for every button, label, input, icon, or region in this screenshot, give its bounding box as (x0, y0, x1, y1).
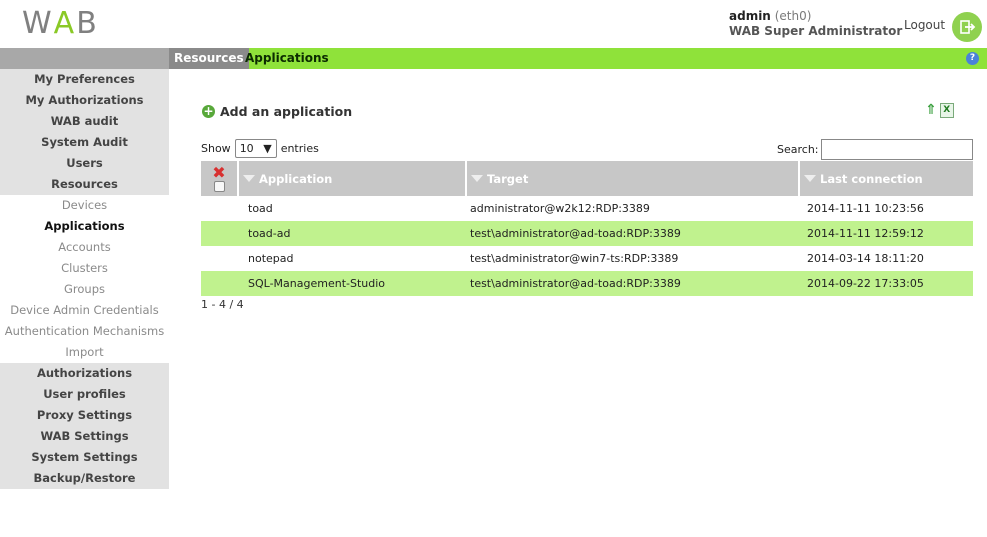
breadcrumb-spacer (0, 48, 169, 69)
applications-table: ✖ Application Target Last connection toa… (201, 161, 973, 296)
entries-value: 10 (239, 142, 254, 155)
application-cell[interactable]: SQL-Management-Studio (238, 271, 466, 296)
user-info: admin (eth0) WAB Super Administrator (729, 9, 902, 39)
sidebar-item-import[interactable]: Import (0, 342, 169, 363)
table-row[interactable]: toad administrator@w2k12:RDP:3389 2014-1… (201, 196, 973, 221)
table-header-row: ✖ Application Target Last connection (201, 161, 973, 196)
sidebar: My Preferences My Authorizations WAB aud… (0, 69, 169, 489)
sidebar-item-proxy-settings[interactable]: Proxy Settings (0, 405, 169, 426)
breadcrumb-applications: Applications (245, 51, 329, 65)
help-icon[interactable]: ? (966, 52, 979, 65)
search-box: Search: (777, 139, 973, 160)
sidebar-item-users[interactable]: Users (0, 153, 169, 174)
add-application-label: Add an application (220, 104, 353, 119)
target-cell: administrator@w2k12:RDP:3389 (470, 202, 650, 215)
column-header-application[interactable]: Application (237, 161, 466, 196)
export-arrow-icon[interactable]: ⇑ (925, 102, 937, 118)
search-input[interactable] (820, 139, 973, 160)
header: WAB admin (eth0) WAB Super Administrator… (0, 0, 987, 48)
sidebar-item-system-settings[interactable]: System Settings (0, 447, 169, 468)
breadcrumb-bar: Resources Applications ? (0, 48, 987, 69)
last-connection-cell: 2014-11-11 10:23:56 (807, 202, 924, 215)
select-column-header: ✖ (201, 161, 238, 196)
wab-logo: WAB (22, 5, 99, 41)
row-select-cell (201, 271, 238, 296)
add-application-button[interactable]: + Add an application (202, 104, 352, 119)
table-row[interactable]: notepad test\administrator@win7-ts:RDP:3… (201, 246, 973, 271)
sidebar-item-resources[interactable]: Resources (0, 174, 169, 195)
row-select-cell (201, 196, 238, 221)
user-role: WAB Super Administrator (729, 24, 903, 38)
sidebar-item-groups[interactable]: Groups (0, 279, 169, 300)
application-cell[interactable]: notepad (238, 246, 466, 271)
plus-circle-icon: + (202, 104, 215, 118)
last-connection-cell: 2014-09-22 17:33:05 (799, 271, 973, 296)
sidebar-item-authorizations[interactable]: Authorizations (0, 363, 169, 384)
target-cell: test\administrator@win7-ts:RDP:3389 (470, 252, 679, 265)
sidebar-item-my-authorizations[interactable]: My Authorizations (0, 90, 169, 111)
sort-icon (243, 174, 255, 183)
sidebar-item-wab-settings[interactable]: WAB Settings (0, 426, 169, 447)
logout-link[interactable]: Logout (904, 18, 945, 32)
sort-icon (471, 174, 483, 183)
sidebar-item-user-profiles[interactable]: User profiles (0, 384, 169, 405)
row-select-cell (201, 246, 238, 271)
entries-select[interactable]: 10 ▼ (234, 139, 277, 158)
column-header-last-connection[interactable]: Last connection (798, 161, 973, 196)
select-all-checkbox[interactable] (213, 180, 225, 192)
delete-x-icon[interactable]: ✖ (212, 164, 225, 180)
show-label: Show (201, 142, 231, 155)
table-row[interactable]: SQL-Management-Studio test\administrator… (201, 271, 973, 296)
sidebar-item-clusters[interactable]: Clusters (0, 258, 169, 279)
user-interface: (eth0) (774, 9, 812, 23)
sort-icon (804, 174, 816, 183)
sidebar-item-authentication-mechanisms[interactable]: Authentication Mechanisms (0, 321, 169, 342)
application-cell[interactable]: toad-ad (238, 221, 466, 246)
target-cell: test\administrator@ad-toad:RDP:3389 (466, 221, 799, 246)
last-connection-cell: 2014-11-11 12:59:12 (799, 221, 973, 246)
last-connection-cell: 2014-03-14 18:11:20 (807, 252, 924, 265)
table-row[interactable]: toad-ad test\administrator@ad-toad:RDP:3… (201, 221, 973, 246)
row-select-cell (201, 221, 238, 246)
export-tools: ⇑ X (925, 102, 954, 118)
sidebar-item-backup-restore[interactable]: Backup/Restore (0, 468, 169, 489)
sidebar-item-wab-audit[interactable]: WAB audit (0, 111, 169, 132)
application-cell[interactable]: toad (238, 196, 466, 221)
chevron-down-icon: ▼ (263, 142, 272, 155)
sidebar-item-device-admin-credentials[interactable]: Device Admin Credentials (0, 300, 169, 321)
user-name: admin (729, 9, 771, 23)
entries-label: entries (280, 142, 319, 155)
entries-length: Show 10 ▼ entries (201, 139, 319, 158)
table-info: 1 - 4 / 4 (201, 298, 244, 311)
target-cell: test\administrator@ad-toad:RDP:3389 (466, 271, 799, 296)
sidebar-item-accounts[interactable]: Accounts (0, 237, 169, 258)
column-header-target[interactable]: Target (465, 161, 799, 196)
logout-glyph (960, 20, 976, 34)
sidebar-item-applications[interactable]: Applications (0, 216, 169, 237)
sidebar-item-system-audit[interactable]: System Audit (0, 132, 169, 153)
logout-icon[interactable] (952, 12, 982, 42)
sidebar-item-my-preferences[interactable]: My Preferences (0, 69, 169, 90)
sidebar-item-devices[interactable]: Devices (0, 195, 169, 216)
excel-export-icon[interactable]: X (939, 102, 954, 118)
breadcrumb-resources[interactable]: Resources (169, 48, 249, 69)
search-label: Search: (777, 143, 819, 156)
